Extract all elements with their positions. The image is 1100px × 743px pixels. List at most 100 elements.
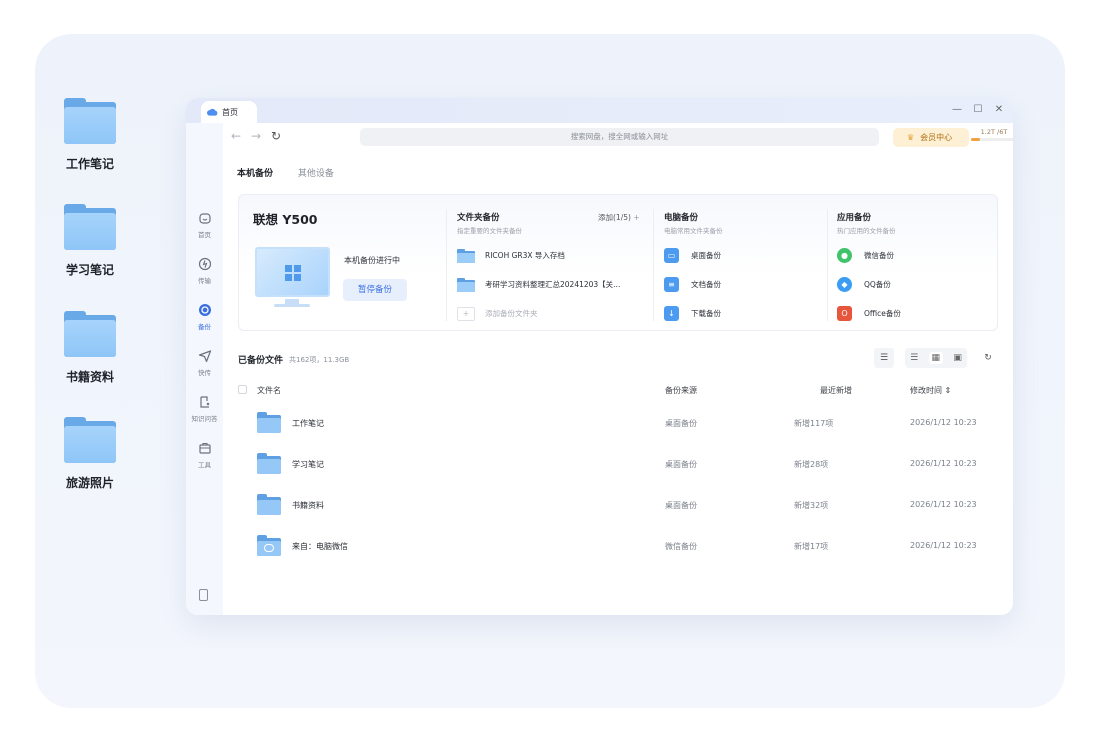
list-item[interactable]: ▭ 桌面备份 <box>664 241 814 270</box>
desktop-folder-books[interactable]: 书籍资料 <box>58 311 122 385</box>
toolbox-icon <box>198 442 211 454</box>
device-name: 联想 Y500 <box>253 212 318 227</box>
sort-icon: ⇕ <box>944 386 952 395</box>
file-source: 桌面备份 <box>665 419 697 428</box>
wechat-icon: ● <box>837 248 852 263</box>
desktop-folder-work-notes[interactable]: 工作笔记 <box>58 98 122 172</box>
column-source[interactable]: 备份来源 <box>665 385 697 396</box>
file-name: 工作笔记 <box>292 419 324 428</box>
backup-tabs: 本机备份 其他设备 <box>237 166 356 179</box>
search-input[interactable]: 搜索网盘，搜全网或输入网址 <box>360 128 879 146</box>
desktop-folder-travel-photos[interactable]: 旅游照片 <box>58 417 122 491</box>
desktop-folder-study-notes[interactable]: 学习笔记 <box>58 204 122 278</box>
desktop-icon: ▭ <box>664 248 679 263</box>
list-item[interactable]: 考研学习资料整理汇总20241203【关... <box>457 270 647 299</box>
forward-button[interactable]: → <box>251 129 261 143</box>
quota-bar-fill <box>971 138 981 141</box>
app-backup-title: 应用备份 <box>837 213 872 223</box>
cloud-icon <box>207 108 218 116</box>
view-switcher: ☰ ▦ ▣ <box>905 348 967 368</box>
file-source: 桌面备份 <box>665 501 697 510</box>
plus-icon: + <box>633 213 640 222</box>
column-name[interactable]: 文件名 <box>257 385 281 396</box>
sort-button[interactable]: ☰ <box>874 348 894 368</box>
storage-quota[interactable]: 1.2T /6T <box>971 128 1013 141</box>
tab-home[interactable]: 首页 <box>201 101 257 123</box>
folder-icon <box>257 494 281 515</box>
transfer-icon <box>198 257 211 271</box>
vip-label: 会员中心 <box>920 133 953 142</box>
refresh-icon[interactable]: ↻ <box>978 348 998 368</box>
sidebar-item-backup[interactable]: 备份 <box>186 303 223 331</box>
column-recent[interactable]: 最近新增 <box>820 385 852 396</box>
home-icon <box>198 213 211 224</box>
folder-icon <box>64 417 116 463</box>
desktop-folder-label: 书籍资料 <box>65 370 114 384</box>
file-source: 桌面备份 <box>665 460 697 469</box>
select-all-checkbox[interactable] <box>238 385 247 394</box>
folder-icon <box>64 204 116 250</box>
table-row[interactable]: 学习笔记 桌面备份 新增28项 2026/1/12 10:23 <box>238 445 998 485</box>
phone-icon[interactable] <box>199 589 208 601</box>
add-folder-button[interactable]: 添加(1/5) + <box>598 212 640 223</box>
sidebar-item-home[interactable]: 首页 <box>186 211 223 239</box>
tab-local-backup[interactable]: 本机备份 <box>237 169 273 179</box>
computer-illustration <box>255 247 330 297</box>
document-icon: ≡ <box>664 277 679 292</box>
app-backup-section: 应用备份 热门应用的文件备份 ● 微信备份 ◆ QQ备份 O Office备份 <box>837 211 987 328</box>
folder-icon <box>457 248 475 263</box>
backup-status: 本机备份进行中 <box>344 256 400 265</box>
folder-backup-section: 文件夹备份 指定重要的文件夹备份 添加(1/5) + RICOH GR3X 导入… <box>457 211 647 328</box>
add-backup-folder[interactable]: + 添加备份文件夹 <box>457 299 647 328</box>
file-list-header: 已备份文件 共162项，11.3GB ☰ ☰ ▦ ▣ ↻ <box>238 348 998 370</box>
table-row[interactable]: 来自：电脑微信 微信备份 新增17项 2026/1/12 10:23 <box>238 527 998 567</box>
sidebar-item-label: 快传 <box>198 369 211 377</box>
close-button[interactable]: ✕ <box>992 104 1006 115</box>
maximize-button[interactable]: ☐ <box>971 104 985 115</box>
image-view-icon[interactable]: ▣ <box>953 353 962 363</box>
folder-backup-subtitle: 指定重要的文件夹备份 <box>457 227 522 235</box>
list-item[interactable]: ≡ 文档备份 <box>664 270 814 299</box>
folder-icon <box>457 277 475 292</box>
divider <box>653 209 654 321</box>
minimize-button[interactable]: — <box>950 104 964 115</box>
table-row[interactable]: 工作笔记 桌面备份 新增117项 2026/1/12 10:23 <box>238 404 998 444</box>
file-list-count: 共162项，11.3GB <box>289 356 350 364</box>
sidebar-item-tools[interactable]: 工具 <box>186 441 223 469</box>
table-row[interactable]: 书籍资料 桌面备份 新增32项 2026/1/12 10:23 <box>238 486 998 526</box>
file-modified: 2026/1/12 10:23 <box>910 418 977 427</box>
folder-icon <box>257 412 281 433</box>
file-name: 书籍资料 <box>292 501 324 510</box>
list-item[interactable]: ↓ 下载备份 <box>664 299 814 328</box>
column-modified[interactable]: 修改时间 ⇕ <box>910 385 951 396</box>
list-item[interactable]: ◆ QQ备份 <box>837 270 987 299</box>
title-bar: 首页 — ☐ ✕ <box>186 98 1013 123</box>
sidebar: 首页 传输 备份 快传 知识问答 工具 <box>186 123 223 615</box>
sidebar-item-label: 知识问答 <box>191 415 218 423</box>
list-view-icon[interactable]: ☰ <box>910 353 918 363</box>
refresh-button[interactable]: ↻ <box>271 129 281 143</box>
main-content: 本机备份 其他设备 联想 Y500 本机备份进行中 暂停备份 文件夹备份 指定重… <box>223 150 1013 615</box>
pc-backup-subtitle: 电脑常用文件夹备份 <box>664 227 723 235</box>
grid-view-icon[interactable]: ▦ <box>928 352 944 364</box>
back-button[interactable]: ← <box>231 129 241 143</box>
list-item[interactable]: ● 微信备份 <box>837 241 987 270</box>
sidebar-item-transfer[interactable]: 传输 <box>186 257 223 285</box>
list-item[interactable]: RICOH GR3X 导入存档 <box>457 241 647 270</box>
desktop-folder-label: 旅游照片 <box>65 476 114 490</box>
sidebar-item-send[interactable]: 快传 <box>186 349 223 377</box>
file-recent: 新增28项 <box>794 460 829 469</box>
file-modified: 2026/1/12 10:23 <box>910 541 977 550</box>
tab-other-devices[interactable]: 其他设备 <box>298 169 334 179</box>
file-name: 学习笔记 <box>292 460 324 469</box>
folder-icon <box>64 311 116 357</box>
vip-center-button[interactable]: ♛ 会员中心 <box>893 128 969 147</box>
table-header: 文件名 备份来源 最近新增 修改时间 ⇕ <box>238 385 998 399</box>
sidebar-item-qa[interactable]: 知识问答 <box>186 395 223 423</box>
list-item[interactable]: O Office备份 <box>837 299 987 328</box>
pause-backup-button[interactable]: 暂停备份 <box>343 279 407 301</box>
quota-text: 1.2T /6T <box>980 128 1008 136</box>
backup-card: 联想 Y500 本机备份进行中 暂停备份 文件夹备份 指定重要的文件夹备份 添加… <box>238 194 998 331</box>
navigation-bar: ← → ↻ 搜索网盘，搜全网或输入网址 ♛ 会员中心 1.2T /6T <box>223 123 1013 150</box>
file-source: 微信备份 <box>665 542 697 551</box>
